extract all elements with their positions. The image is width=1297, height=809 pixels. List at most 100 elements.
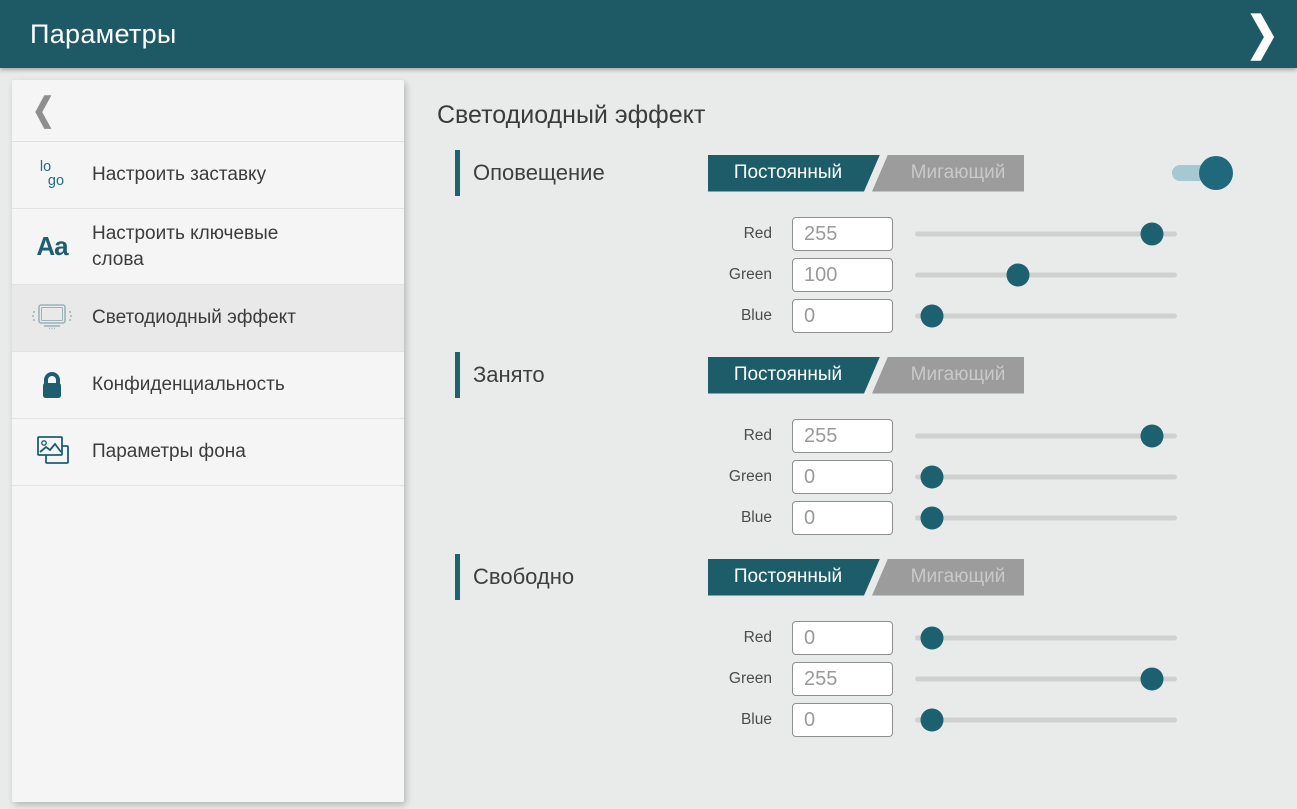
sidebar-item-label: Настроить ключевые слова <box>92 209 332 284</box>
rgb-row-blue: Blue <box>437 501 1267 535</box>
slider-track[interactable] <box>915 314 1177 319</box>
green-slider[interactable] <box>915 465 1177 489</box>
blue-value-input[interactable] <box>792 703 893 737</box>
channel-label: Green <box>437 266 772 284</box>
section-accent-bar <box>455 554 460 600</box>
red-slider[interactable] <box>915 626 1177 650</box>
images-icon <box>12 433 92 471</box>
logo-icon: logo <box>12 161 92 189</box>
mode-constant-button[interactable]: Постоянный <box>708 155 880 192</box>
section-title: Оповещение <box>473 160 690 186</box>
red-slider[interactable] <box>915 222 1177 246</box>
mode-constant-button[interactable]: Постоянный <box>708 357 880 394</box>
slider-track[interactable] <box>915 677 1177 682</box>
section-busy: Занято Постоянный Мигающий Red Green <box>437 352 1267 535</box>
slider-thumb[interactable] <box>1141 668 1164 691</box>
section-title: Занято <box>473 362 690 388</box>
slider-track[interactable] <box>915 475 1177 480</box>
mode-blinking-label: Мигающий <box>911 566 1006 588</box>
section-accent-bar <box>455 150 460 196</box>
slider-track[interactable] <box>915 434 1177 439</box>
channel-label: Red <box>437 629 772 647</box>
settings-sidebar: ❮ logo Настроить заставку Aa Настроить к… <box>12 80 404 802</box>
channel-label: Green <box>437 468 772 486</box>
led-effect-panel: Светодиодный эффект Оповещение Постоянны… <box>437 68 1267 756</box>
channel-label: Green <box>437 670 772 688</box>
red-value-input[interactable] <box>792 419 893 453</box>
section-notification: Оповещение Постоянный Мигающий Red <box>437 150 1267 333</box>
blue-slider[interactable] <box>915 506 1177 530</box>
mode-toggle: Постоянный Мигающий <box>708 559 1024 596</box>
slider-thumb[interactable] <box>921 627 944 650</box>
blue-value-input[interactable] <box>792 501 893 535</box>
sidebar-item-label: Светодиодный эффект <box>92 293 296 343</box>
chevron-left-icon: ❮ <box>32 92 55 129</box>
slider-thumb[interactable] <box>1141 223 1164 246</box>
mode-blinking-button[interactable]: Мигающий <box>868 155 1024 192</box>
sidebar-item-led-effect[interactable]: Светодиодный эффект <box>12 285 404 352</box>
slider-thumb[interactable] <box>921 466 944 489</box>
mode-blinking-button[interactable]: Мигающий <box>868 559 1024 596</box>
section-accent-bar <box>455 352 460 398</box>
slider-track[interactable] <box>915 232 1177 237</box>
section-title: Свободно <box>473 564 690 590</box>
mode-constant-label: Постоянный <box>734 162 842 184</box>
slider-thumb[interactable] <box>1007 264 1030 287</box>
monitor-glow-icon <box>12 300 92 336</box>
blue-slider[interactable] <box>915 708 1177 732</box>
green-slider[interactable] <box>915 667 1177 691</box>
section-free: Свободно Постоянный Мигающий Red Green <box>437 554 1267 737</box>
mode-constant-label: Постоянный <box>734 364 842 386</box>
blue-slider[interactable] <box>915 304 1177 328</box>
channel-label: Red <box>437 225 772 243</box>
channel-label: Blue <box>437 307 772 325</box>
green-value-input[interactable] <box>792 662 893 696</box>
mode-blinking-button[interactable]: Мигающий <box>868 357 1024 394</box>
slider-thumb[interactable] <box>1141 425 1164 448</box>
rgb-row-green: Green <box>437 460 1267 494</box>
rgb-row-green: Green <box>437 258 1267 292</box>
sidebar-item-background[interactable]: Параметры фона <box>12 419 404 486</box>
rgb-row-red: Red <box>437 217 1267 251</box>
slider-thumb[interactable] <box>921 305 944 328</box>
slider-track[interactable] <box>915 273 1177 278</box>
green-value-input[interactable] <box>792 460 893 494</box>
slider-track[interactable] <box>915 718 1177 723</box>
lock-icon <box>12 367 92 403</box>
slider-thumb[interactable] <box>921 507 944 530</box>
slider-thumb[interactable] <box>921 709 944 732</box>
channel-label: Blue <box>437 509 772 527</box>
channel-label: Red <box>437 427 772 445</box>
red-value-input[interactable] <box>792 217 893 251</box>
sidebar-item-label: Конфиденциальность <box>92 360 285 410</box>
blue-value-input[interactable] <box>792 299 893 333</box>
enable-switch[interactable] <box>1172 165 1224 181</box>
mode-constant-button[interactable]: Постоянный <box>708 559 880 596</box>
slider-track[interactable] <box>915 516 1177 521</box>
red-slider[interactable] <box>915 424 1177 448</box>
sidebar-item-splash-screen[interactable]: logo Настроить заставку <box>12 142 404 209</box>
rgb-row-blue: Blue <box>437 299 1267 333</box>
mode-constant-label: Постоянный <box>734 566 842 588</box>
content-title: Светодиодный эффект <box>437 101 1267 130</box>
sidebar-item-label: Параметры фона <box>92 427 246 477</box>
green-value-input[interactable] <box>792 258 893 292</box>
chevron-right-icon[interactable]: ❯ <box>1245 11 1279 57</box>
rgb-row-red: Red <box>437 419 1267 453</box>
text-aa-icon: Aa <box>12 231 92 262</box>
mode-toggle: Постоянный Мигающий <box>708 155 1024 192</box>
sidebar-item-privacy[interactable]: Конфиденциальность <box>12 352 404 419</box>
green-slider[interactable] <box>915 263 1177 287</box>
sidebar-back-button[interactable]: ❮ <box>12 80 404 142</box>
mode-blinking-label: Мигающий <box>911 364 1006 386</box>
rgb-row-blue: Blue <box>437 703 1267 737</box>
slider-track[interactable] <box>915 636 1177 641</box>
mode-toggle: Постоянный Мигающий <box>708 357 1024 394</box>
page-title: Параметры <box>30 19 177 50</box>
channel-label: Blue <box>437 711 772 729</box>
red-value-input[interactable] <box>792 621 893 655</box>
rgb-row-green: Green <box>437 662 1267 696</box>
mode-blinking-label: Мигающий <box>911 162 1006 184</box>
sidebar-item-keywords[interactable]: Aa Настроить ключевые слова <box>12 209 404 285</box>
rgb-row-red: Red <box>437 621 1267 655</box>
